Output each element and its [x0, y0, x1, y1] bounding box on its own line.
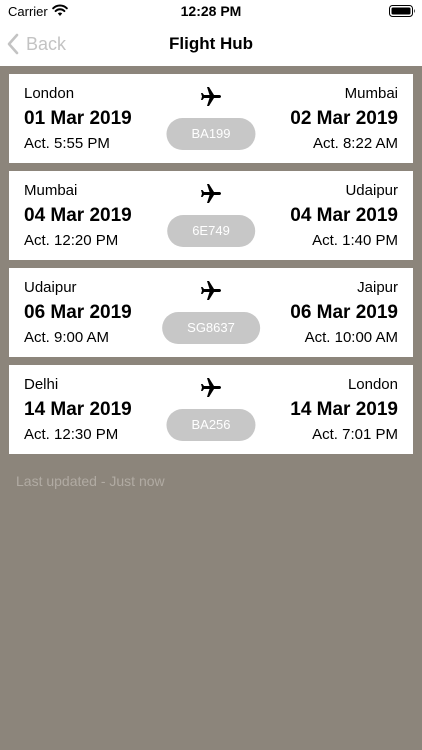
origin-date: 04 Mar 2019 — [24, 205, 132, 226]
destination-date: 04 Mar 2019 — [290, 205, 398, 226]
destination-city: Udaipur — [345, 182, 398, 199]
destination-time: Act. 10:00 AM — [304, 329, 398, 346]
flight-card[interactable]: Delhi 14 Mar 2019 Act. 12:30 PM BA256 Lo… — [9, 365, 413, 454]
destination-date: 06 Mar 2019 — [290, 302, 398, 323]
origin-time: Act. 5:55 PM — [24, 135, 110, 152]
plane-icon — [201, 87, 221, 106]
flight-card[interactable]: Udaipur 06 Mar 2019 Act. 9:00 AM SG8637 … — [9, 268, 413, 357]
last-updated-label: Last updated - Just now — [16, 473, 165, 489]
page-title: Flight Hub — [168, 34, 254, 53]
origin-date: 06 Mar 2019 — [24, 302, 132, 323]
battery-icon — [389, 5, 415, 17]
flight-number-badge: SG8637 — [162, 312, 260, 344]
flight-card[interactable]: London 01 Mar 2019 Act. 5:55 PM BA199 Mu… — [9, 74, 413, 163]
destination-time: Act. 7:01 PM — [312, 426, 398, 443]
origin-date: 01 Mar 2019 — [24, 108, 132, 129]
destination-city: Jaipur — [357, 279, 398, 296]
flight-list: London 01 Mar 2019 Act. 5:55 PM BA199 Mu… — [9, 74, 413, 462]
status-bar: Carrier 12:28 PM — [0, 0, 422, 22]
destination-date: 02 Mar 2019 — [290, 108, 398, 129]
flight-number-badge: BA199 — [166, 118, 256, 150]
plane-icon — [201, 281, 221, 300]
origin-city: Udaipur — [24, 279, 77, 296]
flight-card[interactable]: Mumbai 04 Mar 2019 Act. 12:20 PM 6E749 U… — [9, 171, 413, 260]
origin-city: London — [24, 85, 75, 102]
origin-date: 14 Mar 2019 — [24, 399, 132, 420]
destination-time: Act. 1:40 PM — [312, 232, 398, 249]
origin-time: Act. 12:30 PM — [24, 426, 119, 443]
origin-time: Act. 12:20 PM — [24, 232, 119, 249]
destination-city: London — [347, 376, 398, 393]
origin-city: Delhi — [24, 376, 59, 393]
destination-time: Act. 8:22 AM — [312, 135, 398, 152]
origin-city: Mumbai — [24, 182, 78, 199]
plane-icon — [201, 184, 221, 203]
status-time: 12:28 PM — [180, 3, 242, 19]
nav-bar: Back Flight Hub — [0, 22, 422, 66]
plane-icon — [201, 378, 221, 397]
flight-number-badge: BA256 — [166, 409, 256, 441]
destination-city: Mumbai — [344, 85, 398, 102]
destination-date: 14 Mar 2019 — [290, 399, 398, 420]
origin-time: Act. 9:00 AM — [24, 329, 110, 346]
flight-number-badge: 6E749 — [167, 215, 255, 247]
